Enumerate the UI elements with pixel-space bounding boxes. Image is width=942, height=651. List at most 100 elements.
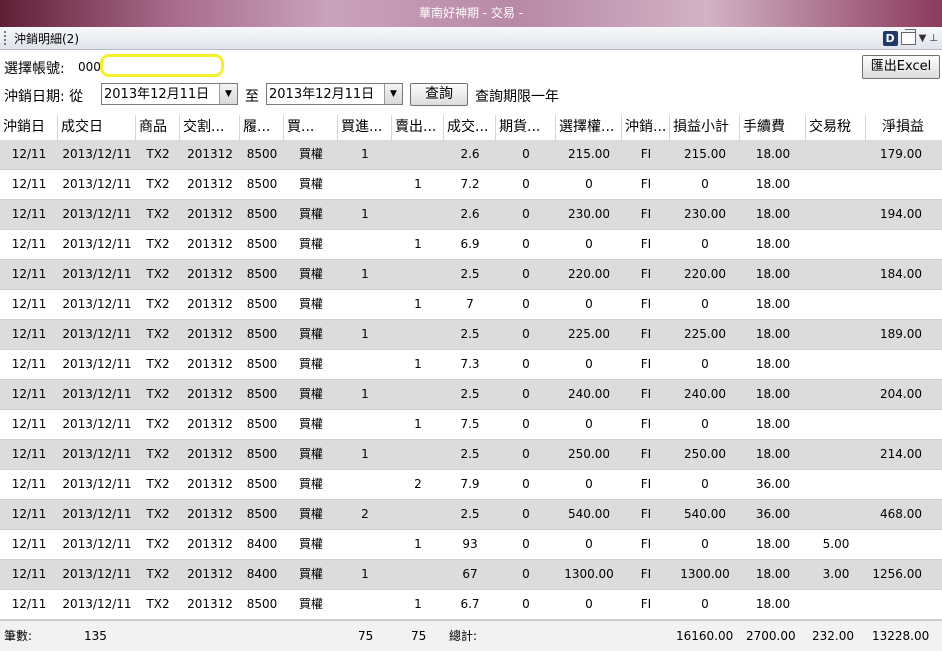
cell-trade-price: 6.9 (460, 237, 480, 251)
column-header-net-pnl[interactable]: 淨損益 (866, 115, 942, 140)
cell-delivery-month: 201312 (187, 327, 233, 341)
cell-tax (806, 200, 866, 229)
table-row[interactable]: 12/11 2013/12/11 TX2 201312 8500 買權 1 7.3 0 0 FI 0 1… (0, 350, 942, 380)
cell-pnl-subtotal: 540.00 (684, 507, 726, 521)
column-header-trade-date[interactable]: 成交日 (58, 115, 136, 140)
cell-net-pnl (866, 230, 942, 259)
table-row[interactable]: 12/11 2013/12/11 TX2 201312 8500 買權 1 2.6 0 230.0… (0, 200, 942, 230)
query-button[interactable]: 查詢 (410, 83, 468, 106)
cell-trade-date: 2013/12/11 (62, 357, 132, 371)
cell-option-pnl: 225.00 (568, 327, 610, 341)
column-header-tax[interactable]: 交易稅 (806, 115, 866, 140)
cell-buy-sell: 買權 (298, 507, 323, 521)
drag-grip-icon[interactable] (4, 31, 6, 45)
cell-settle-type: FI (640, 297, 652, 311)
cell-net-pnl: 194.00 (880, 207, 922, 221)
cell-product: TX2 (146, 297, 170, 311)
cell-delivery-month: 201312 (187, 357, 233, 371)
cell-fee: 18.00 (755, 297, 791, 311)
table-row[interactable]: 12/11 2013/12/11 TX2 201312 8500 買權 1 7.5 0 0 FI 0 1… (0, 410, 942, 440)
cell-fee: 18.00 (755, 537, 791, 551)
cell-sell-qty: 1 (414, 597, 422, 611)
table-row[interactable]: 12/11 2013/12/11 TX2 201312 8500 買權 1 7 0 0 FI 0 18.… (0, 290, 942, 320)
cell-option-pnl: 0 (585, 297, 593, 311)
cell-delivery-month: 201312 (187, 147, 233, 161)
table-row[interactable]: 12/11 2013/12/11 TX2 201312 8500 買權 1 2.5 0 240.0… (0, 380, 942, 410)
date-to-value: 2013年12月11日 (269, 87, 375, 102)
cell-fee: 36.00 (755, 477, 791, 491)
cell-product: TX2 (146, 327, 170, 341)
cell-trade-price: 2.5 (460, 387, 480, 401)
cell-pnl-subtotal: 0 (701, 237, 709, 251)
column-header-option-pnl[interactable]: 選擇權... (556, 115, 622, 140)
column-header-pnl-subtotal[interactable]: 損益小計 (670, 115, 740, 140)
window-float-icon[interactable] (900, 28, 916, 45)
d-badge-icon[interactable]: D (882, 30, 898, 46)
table-row[interactable]: 12/11 2013/12/11 TX2 201312 8400 買權 1 93 0 0 FI 0 18… (0, 530, 942, 560)
chevron-down-icon[interactable]: ▼ (919, 33, 927, 44)
window-titlebar: 華南好神期 - 交易 - (0, 0, 942, 27)
table-row[interactable]: 12/11 2013/12/11 TX2 201312 8500 買權 1 6.9 0 0 FI 0 1… (0, 230, 942, 260)
table-row[interactable]: 12/11 2013/12/11 TX2 201312 8500 買權 1 2.5 0 225.0… (0, 320, 942, 350)
cell-settle-type: FI (640, 147, 652, 161)
cell-pnl-subtotal: 0 (701, 417, 709, 431)
column-header-buy-qty[interactable]: 買進... (338, 115, 392, 140)
column-header-fee[interactable]: 手續費 (740, 115, 806, 140)
cell-tax (806, 470, 866, 499)
cell-settle-date: 12/11 (11, 537, 47, 551)
cell-strike: 8500 (246, 147, 278, 161)
cell-buy-sell: 買權 (298, 357, 323, 371)
table-row[interactable]: 12/11 2013/12/11 TX2 201312 8500 買權 2 2.5 0 540.0… (0, 500, 942, 530)
table-row[interactable]: 12/11 2013/12/11 TX2 201312 8500 買權 1 2.6 0 215.0… (0, 140, 942, 170)
cell-buy-qty: 1 (361, 207, 369, 221)
column-header-settle-type[interactable]: 沖銷... (622, 115, 670, 140)
table-row[interactable]: 12/11 2013/12/11 TX2 201312 8500 買權 1 2.5 0 220.0… (0, 260, 942, 290)
table-row[interactable]: 12/11 2013/12/11 TX2 201312 8400 買權 1 67 0 1300.0… (0, 560, 942, 590)
cell-trade-date: 2013/12/11 (62, 507, 132, 521)
cell-fee: 18.00 (755, 267, 791, 281)
date-to-picker[interactable]: 2013年12月11日 ▼ (266, 83, 403, 105)
cell-strike: 8500 (246, 267, 278, 281)
cell-futures-pnl: 0 (522, 177, 530, 191)
cell-trade-price: 7 (466, 297, 474, 311)
column-header-futures-pnl[interactable]: 期貨... (496, 115, 556, 140)
cell-trade-price: 7.2 (460, 177, 480, 191)
pin-icon[interactable]: ⊥ (929, 33, 938, 44)
table-row[interactable]: 12/11 2013/12/11 TX2 201312 8500 買權 1 7.2 0 0 FI 0 1… (0, 170, 942, 200)
column-header-trade-price[interactable]: 成交... (444, 115, 496, 140)
cell-sell-qty (392, 320, 444, 349)
cell-buy-qty (338, 170, 392, 199)
cell-settle-date: 12/11 (11, 387, 47, 401)
column-header-buy-sell[interactable]: 買... (284, 115, 338, 140)
account-value[interactable]: 000 (78, 60, 101, 74)
chevron-down-icon[interactable]: ▼ (384, 84, 402, 104)
column-header-strike[interactable]: 履... (240, 115, 284, 140)
cell-tax (806, 140, 866, 169)
cell-option-pnl: 0 (585, 537, 593, 551)
column-header-product[interactable]: 商品 (136, 115, 180, 140)
cell-fee: 18.00 (755, 447, 791, 461)
table-row[interactable]: 12/11 2013/12/11 TX2 201312 8500 買權 2 7.9 0 0 FI 0 3… (0, 470, 942, 500)
cell-trade-date: 2013/12/11 (62, 327, 132, 341)
column-header-delivery-month[interactable]: 交割... (180, 115, 240, 140)
cell-settle-type: FI (640, 387, 652, 401)
date-from-picker[interactable]: 2013年12月11日 ▼ (101, 83, 238, 105)
cell-product: TX2 (146, 417, 170, 431)
cell-buy-qty (338, 290, 392, 319)
column-header-sell-qty[interactable]: 賣出... (392, 115, 444, 140)
table-row[interactable]: 12/11 2013/12/11 TX2 201312 8500 買權 1 2.5 0 250.0… (0, 440, 942, 470)
chevron-down-icon[interactable]: ▼ (219, 84, 237, 104)
cell-fee: 36.00 (755, 507, 791, 521)
net-total: 13228.00 (872, 629, 930, 643)
cell-strike: 8400 (246, 567, 278, 581)
cell-pnl-subtotal: 215.00 (684, 147, 726, 161)
table-row[interactable]: 12/11 2013/12/11 TX2 201312 8500 買權 1 6.7 0 0 FI 0 1… (0, 590, 942, 620)
cell-trade-price: 2.6 (460, 207, 480, 221)
buy-total: 75 (358, 629, 374, 643)
column-header-settle-date[interactable]: 沖銷日 (0, 115, 58, 140)
cell-strike: 8500 (246, 207, 278, 221)
cell-fee: 18.00 (755, 207, 791, 221)
export-excel-button[interactable]: 匯出Excel (862, 55, 940, 79)
cell-buy-qty (338, 350, 392, 379)
cell-option-pnl: 0 (585, 357, 593, 371)
